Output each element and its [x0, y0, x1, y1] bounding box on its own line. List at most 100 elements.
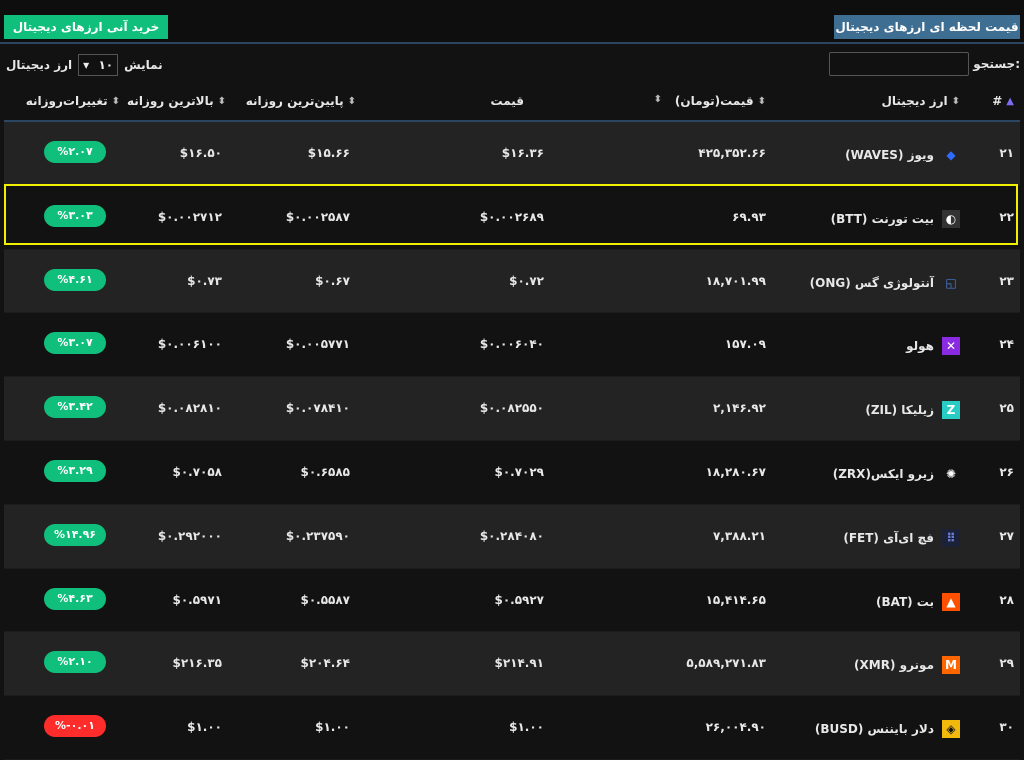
price-toman: ۱۸,۷۰۱.۹۹: [705, 273, 766, 288]
table-row: ۲۱ ◆ ویوز (WAVES) ۴۲۵,۳۵۲.۶۶ $۱۶.۳۶ $۱۵.۶۶ $۱۶…: [4, 122, 1020, 186]
table-row: ۲۷ ⠿ فچ ای‌آی (FET) ۷,۳۸۸.۲۱ $۰.۲۸۴۰۸۰ $۰.۲۳۷…: [4, 504, 1020, 569]
sort-icon: ⬍: [951, 95, 960, 107]
search-label: جستجو:: [973, 57, 1020, 71]
page-length-value: ۱۰: [98, 58, 114, 72]
row-number: ۲۷: [999, 528, 1014, 543]
show-label: نمایش: [124, 58, 163, 72]
table-body: ۲۱ ◆ ویوز (WAVES) ۴۲۵,۳۵۲.۶۶ $۱۶.۳۶ $۱۵.۶۶ $۱۶…: [4, 122, 1020, 760]
daily-low: $۲۰۴.۶۴: [300, 656, 350, 671]
daily-change-cell: %۴.۶۳: [44, 587, 106, 610]
coin-name: آنتولوژی گس (ONG): [809, 275, 934, 290]
page-length-control: نمایش ▾ ۱۰ ارز دیجیتال: [6, 52, 163, 78]
daily-low: $۰.۲۳۷۵۹۰: [285, 528, 350, 543]
sort-icon: ⬍: [347, 95, 356, 107]
chevron-down-icon: ▾: [83, 58, 90, 72]
price-toman: ۴۲۵,۳۵۲.۶۶: [698, 146, 766, 160]
daily-high: $۰.۷۳: [187, 273, 222, 288]
coin-name-cell[interactable]: ⠿ فچ ای‌آی (FET): [843, 528, 960, 547]
coin-name-cell[interactable]: ◐ بیت تورنت (BTT): [831, 209, 960, 228]
daily-high: $۰.۲۹۲۰۰۰: [157, 528, 222, 543]
page-length-select[interactable]: ▾ ۱۰: [78, 54, 119, 76]
fetch-ai-icon: ⠿: [942, 528, 960, 547]
coin-name-cell[interactable]: ✺ زیرو ایکس(ZRX): [833, 465, 960, 483]
coin-name-cell[interactable]: ✕ هولو: [906, 337, 960, 356]
change-badge: %۲.۱۰: [44, 651, 106, 674]
daily-change-cell: %۲.۱۰: [44, 651, 106, 674]
change-badge: %۳.۰۷: [44, 332, 106, 355]
row-number: ۳۰: [999, 720, 1014, 735]
coin-name: ویوز (WAVES): [845, 148, 934, 162]
table-row: ۲۸ ▲ بت (BAT) ۱۵,۴۱۴.۶۵ $۰.۵۹۲۷ $۰.۵۵۸۷ $۰.۵۹۷…: [4, 569, 1020, 633]
sort-icon: ⬍: [217, 95, 226, 107]
price-usd: $۰.۷۰۲۹: [494, 464, 544, 479]
header-extra-sort[interactable]: ⬍: [654, 94, 662, 105]
header-price-toman[interactable]: قیمت(تومان) ⬍: [675, 94, 766, 108]
row-number: ۲۳: [999, 273, 1014, 288]
bittorrent-icon: ◐: [942, 209, 960, 228]
row-number: ۲۶: [999, 464, 1014, 479]
coin-name-cell[interactable]: ◈ دلار بایننس (BUSD): [814, 720, 960, 739]
table-row: ۲۴ ✕ هولو ۱۵۷.۰۹ $۰.۰۰۶۰۴۰ $۰.۰۰۵۷۷۱ $۰.۰۰۶۱۰۰…: [4, 313, 1020, 378]
daily-low: $۰.۶۷: [315, 273, 350, 288]
header-price-label: قیمت: [490, 94, 524, 108]
change-badge: %۳.۲۹: [44, 459, 106, 482]
price-usd: $۰.۰۰۶۰۴۰: [479, 337, 544, 352]
coin-name-cell[interactable]: Z زیلیکا (ZIL): [865, 401, 960, 420]
daily-high: $۰.۰۰۶۱۰۰: [157, 337, 222, 352]
daily-change-cell: %۴.۶۱: [44, 268, 106, 291]
table-header: # ▲ ارز دیجیتال ⬍ قیمت(تومان) ⬍ ⬍ قیمت پ…: [4, 84, 1020, 122]
change-badge: %۳.۰۳: [44, 204, 106, 227]
price-usd: $۱۶.۳۶: [501, 146, 544, 160]
0x-icon: ✺: [945, 466, 957, 481]
header-price[interactable]: قیمت: [490, 94, 524, 108]
price-usd: $۰.۰۸۲۵۵۰: [479, 401, 544, 416]
crypto-price-table: # ▲ ارز دیجیتال ⬍ قیمت(تومان) ⬍ ⬍ قیمت پ…: [4, 84, 1020, 760]
coin-name-cell[interactable]: ◱ آنتولوژی گس (ONG): [810, 274, 960, 292]
coin-name: دلار بایننس (BUSD): [814, 722, 934, 737]
daily-high: $۰.۰۸۲۸۱۰: [157, 401, 222, 416]
coin-name-cell[interactable]: ◆ ویوز (WAVES): [845, 146, 960, 164]
daily-high: $۱۶.۵۰: [179, 146, 222, 160]
zilliqa-icon: Z: [942, 401, 960, 420]
binance-usd-icon: ◈: [942, 720, 960, 739]
sort-icon: ⬍: [757, 95, 766, 107]
holo-icon: ✕: [942, 337, 960, 356]
coin-name: هولو: [906, 339, 934, 354]
sort-icon: ⬍: [653, 94, 662, 105]
header-high[interactable]: بالاترین روزانه ⬍: [127, 94, 226, 108]
daily-change-cell: %۳.۲۹: [44, 459, 106, 482]
tab-buy-instant[interactable]: خرید آنی ارزهای دیجیتال: [4, 15, 168, 39]
daily-low: $۰.۶۵۸۵: [300, 464, 350, 479]
header-change[interactable]: تغییرات‌روزانه ⬍: [26, 94, 120, 108]
table-row: ۲۳ ◱ آنتولوژی گس (ONG) ۱۸,۷۰۱.۹۹ $۰.۷۲ $۰.۶۷ $…: [4, 249, 1020, 314]
price-toman: ۱۵۷.۰۹: [724, 337, 766, 352]
price-toman: ۱۵,۴۱۴.۶۵: [705, 592, 766, 607]
coin-name: مونرو (XMR): [854, 658, 934, 673]
header-low-label: پایین‌ترین روزانه: [245, 94, 344, 108]
daily-low: $۰.۰۷۸۴۱۰: [285, 401, 350, 416]
daily-change-cell: %۳.۴۲: [44, 396, 106, 419]
search-input[interactable]: [829, 52, 969, 76]
price-usd: $۱.۰۰: [509, 720, 544, 735]
header-num[interactable]: # ▲: [992, 94, 1014, 108]
daily-change-cell: %۱۴.۹۶: [44, 523, 106, 546]
header-low[interactable]: پایین‌ترین روزانه ⬍: [246, 94, 356, 108]
daily-high: $۰.۰۰۲۷۱۲: [157, 209, 222, 224]
change-badge: %۲.۰۷: [44, 141, 106, 163]
coin-name: بت (BAT): [875, 594, 934, 609]
table-row: ۲۵ Z زیلیکا (ZIL) ۲,۱۴۶.۹۲ $۰.۰۸۲۵۵۰ $۰.۰۷۸۴۱…: [4, 377, 1020, 441]
coin-name-cell[interactable]: M مونرو (XMR): [854, 656, 960, 675]
monero-icon: M: [942, 656, 960, 675]
price-toman: ۷,۳۸۸.۲۱: [712, 528, 766, 543]
daily-high: $۰.۷۰۵۸: [172, 464, 222, 479]
coin-name: زیرو ایکس(ZRX): [832, 466, 934, 481]
tab-live-prices[interactable]: قیمت لحظه ای ارزهای دیجیتال: [834, 15, 1020, 39]
table-controls: جستجو: نمایش ▾ ۱۰ ارز دیجیتال: [0, 52, 1024, 78]
price-usd: $۰.۷۲: [509, 273, 544, 288]
header-name[interactable]: ارز دیجیتال ⬍: [881, 94, 960, 108]
coin-name-cell[interactable]: ▲ بت (BAT): [875, 592, 960, 611]
price-usd: $۰.۰۰۲۶۸۹: [479, 209, 544, 224]
row-number: ۲۸: [999, 592, 1014, 607]
price-usd: $۲۱۴.۹۱: [494, 656, 544, 671]
price-toman: ۶۹.۹۳: [732, 209, 766, 224]
